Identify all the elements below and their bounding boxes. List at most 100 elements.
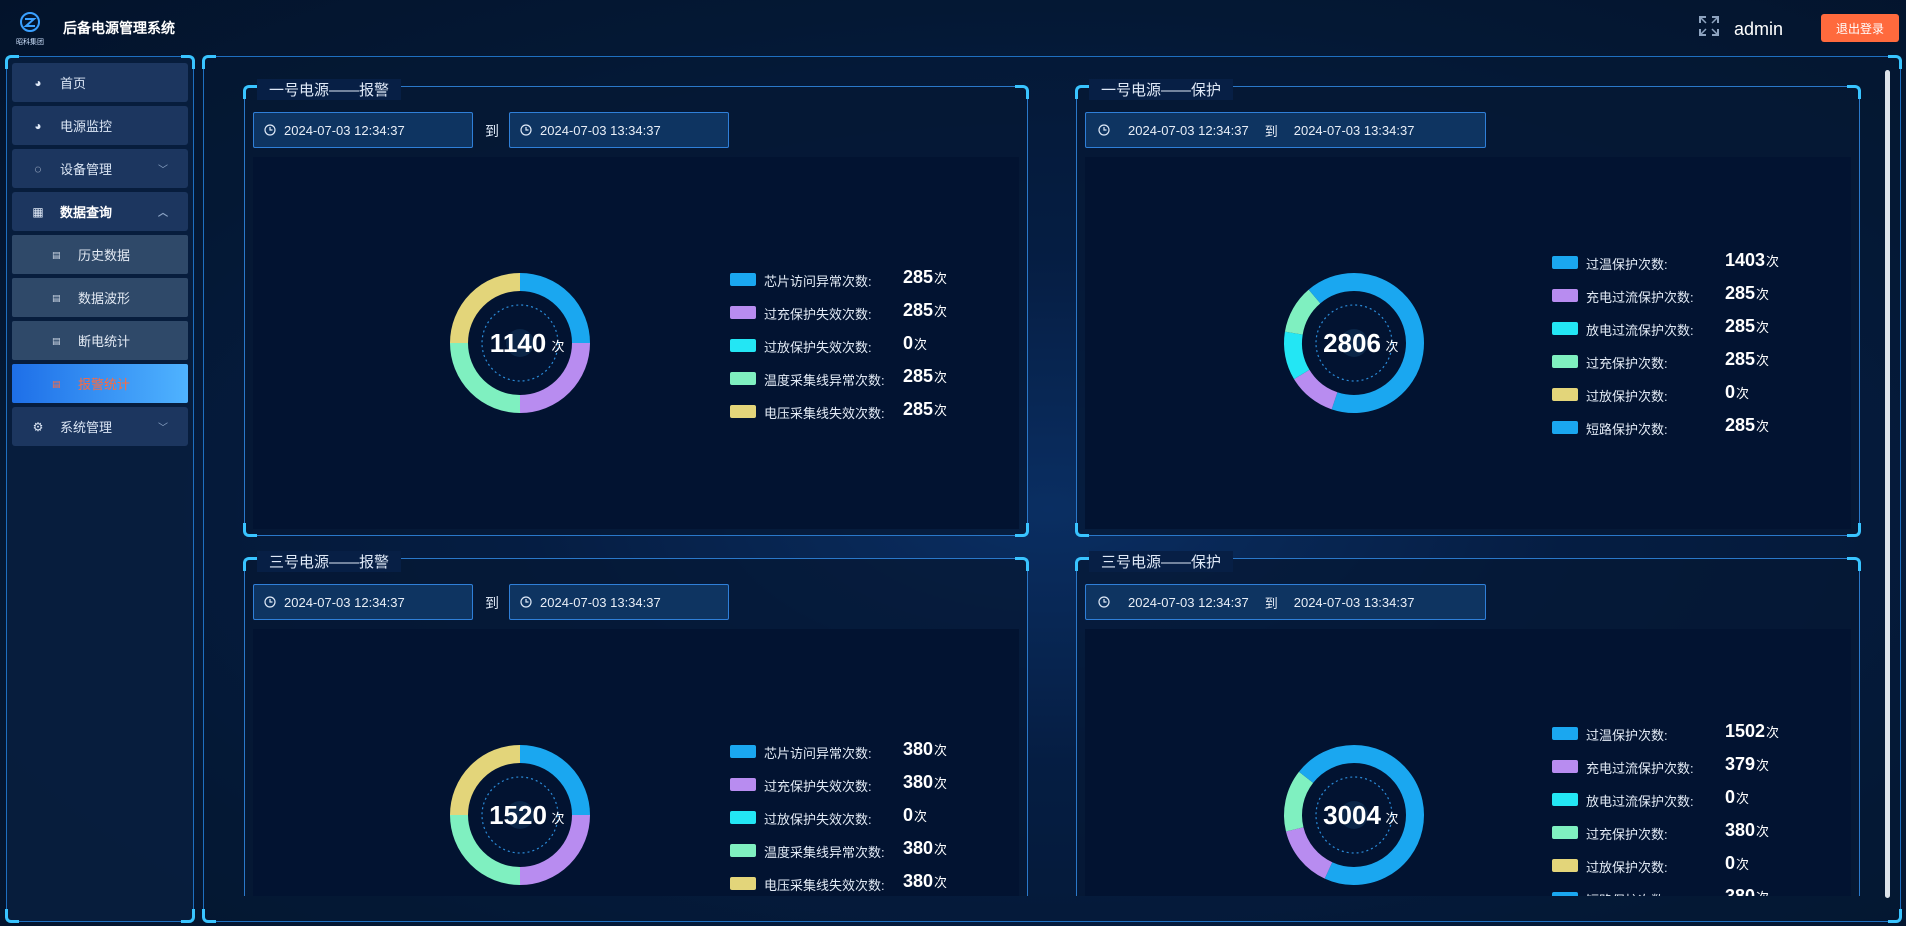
legend-label: 过充保护失效次数: bbox=[764, 779, 872, 794]
legend-value: 285次 bbox=[903, 267, 947, 288]
legend-value-number: 285 bbox=[1725, 415, 1756, 435]
legend-value-unit: 次 bbox=[934, 776, 948, 791]
legend-value-number: 380 bbox=[903, 739, 934, 759]
legend-value-number: 285 bbox=[903, 399, 934, 419]
end-date-picker[interactable]: 2024-07-03 13:34:37 bbox=[509, 112, 729, 148]
start-date-value: 2024-07-03 12:34:37 bbox=[1128, 594, 1249, 610]
clock-icon bbox=[520, 596, 532, 608]
legend-swatch bbox=[1552, 826, 1578, 839]
legend-item: 短路保护次数: 285次 bbox=[1552, 415, 1872, 437]
end-date-value: 2024-07-03 13:34:37 bbox=[1293, 122, 1415, 138]
legend-item: 过放保护失效次数: 0次 bbox=[730, 805, 1050, 827]
end-date-picker[interactable]: 2024-07-03 13:34:37 bbox=[509, 584, 729, 620]
clock-icon bbox=[1098, 596, 1110, 608]
donut-total: 1140 bbox=[490, 328, 546, 358]
legend-value-number: 0 bbox=[1725, 382, 1736, 402]
legend-value-number: 285 bbox=[1725, 316, 1756, 336]
legend-label: 过充保护失效次数: bbox=[764, 307, 872, 322]
legend-value-number: 380 bbox=[903, 871, 934, 891]
legend-swatch bbox=[1552, 388, 1578, 401]
legend-item: 过温保护次数: 1403次 bbox=[1552, 250, 1872, 272]
legend-value-unit: 次 bbox=[934, 403, 948, 418]
legend-swatch bbox=[1552, 760, 1578, 773]
clock-icon bbox=[264, 124, 276, 136]
legend-item: 温度采集线异常次数: 285次 bbox=[730, 366, 1050, 388]
date-range-separator: 到 bbox=[485, 595, 499, 611]
legend-value: 285次 bbox=[1725, 283, 1769, 304]
panels-grid: 一号电源——报警 2024-07-03 12:34:37 到 2024-07-03 1… bbox=[0, 0, 1906, 896]
legend-swatch bbox=[1552, 322, 1578, 335]
legend-value-unit: 次 bbox=[934, 743, 948, 758]
legend-value-number: 1403 bbox=[1725, 250, 1766, 270]
legend-value: 285次 bbox=[903, 300, 947, 321]
legend-swatch bbox=[1552, 355, 1578, 368]
legend-label: 过充保护次数: bbox=[1586, 827, 1668, 842]
donut-slice bbox=[1284, 771, 1314, 832]
date-range-picker[interactable]: 2024-07-03 12:34:37 到 2024-07-03 13:34:37 bbox=[1085, 584, 1486, 620]
legend-label: 芯片访问异常次数: bbox=[764, 746, 872, 761]
legend-value-unit: 次 bbox=[1756, 320, 1770, 335]
legend-value-unit: 次 bbox=[934, 271, 948, 286]
legend-label: 短路保护次数: bbox=[1586, 422, 1668, 437]
legend-value: 379次 bbox=[1725, 754, 1769, 775]
clock-icon bbox=[1098, 124, 1110, 136]
legend-value-number: 380 bbox=[1725, 820, 1756, 840]
end-date-value: 2024-07-03 13:34:37 bbox=[540, 594, 661, 610]
legend-label: 温度采集线异常次数: bbox=[764, 373, 885, 388]
panel-title: 三号电源——保护 bbox=[1089, 551, 1234, 572]
legend-item: 过放保护次数: 0次 bbox=[1552, 382, 1872, 404]
legend-item: 过充保护次数: 285次 bbox=[1552, 349, 1872, 371]
legend-value-unit: 次 bbox=[914, 809, 928, 824]
legend-value-number: 285 bbox=[903, 366, 934, 386]
legend-item: 芯片访问异常次数: 285次 bbox=[730, 267, 1050, 289]
legend-item: 芯片访问异常次数: 380次 bbox=[730, 739, 1050, 761]
legend-value-unit: 次 bbox=[1736, 857, 1750, 872]
legend-value: 0次 bbox=[1725, 382, 1749, 403]
legend-swatch bbox=[1552, 793, 1578, 806]
legend-value-number: 0 bbox=[1725, 787, 1736, 807]
date-range-separator: 到 bbox=[1264, 123, 1278, 139]
legend-value-unit: 次 bbox=[934, 304, 948, 319]
date-range-separator: 到 bbox=[1264, 595, 1278, 611]
legend-item: 电压采集线失效次数: 285次 bbox=[730, 399, 1050, 421]
date-range-picker[interactable]: 2024-07-03 12:34:37 到 2024-07-03 13:34:37 bbox=[1085, 112, 1486, 148]
donut-total-unit: 次 bbox=[551, 811, 564, 827]
legend-swatch bbox=[730, 273, 756, 286]
legend-label: 放电过流保护次数: bbox=[1586, 794, 1694, 809]
legend-swatch bbox=[730, 372, 756, 385]
start-date-picker[interactable]: 2024-07-03 12:34:37 bbox=[253, 584, 473, 620]
donut-slice bbox=[1284, 331, 1310, 380]
legend-value-unit: 次 bbox=[1736, 791, 1750, 806]
legend-swatch bbox=[1552, 289, 1578, 302]
legend-value: 0次 bbox=[903, 805, 927, 826]
legend-item: 过放保护次数: 0次 bbox=[1552, 853, 1872, 875]
legend-swatch bbox=[730, 405, 756, 418]
legend-value-unit: 次 bbox=[1756, 758, 1770, 773]
legend-swatch bbox=[1552, 421, 1578, 434]
legend-value-number: 380 bbox=[903, 772, 934, 792]
legend-label: 过放保护失效次数: bbox=[764, 812, 872, 827]
legend-swatch bbox=[1552, 859, 1578, 872]
legend-value-number: 0 bbox=[1725, 853, 1736, 873]
legend-label: 过充保护次数: bbox=[1586, 356, 1668, 371]
legend-item: 放电过流保护次数: 0次 bbox=[1552, 787, 1872, 809]
legend-item: 过充保护失效次数: 380次 bbox=[730, 772, 1050, 794]
legend-swatch bbox=[730, 811, 756, 824]
donut-total: 2806 bbox=[1323, 328, 1381, 358]
donut-total-unit: 次 bbox=[1385, 339, 1398, 355]
legend-value: 380次 bbox=[1725, 820, 1769, 841]
legend-value-unit: 次 bbox=[934, 842, 948, 857]
clock-icon bbox=[264, 596, 276, 608]
legend-swatch bbox=[1552, 727, 1578, 740]
legend-value-unit: 次 bbox=[1756, 419, 1770, 434]
legend-value-unit: 次 bbox=[934, 370, 948, 385]
legend-swatch bbox=[730, 745, 756, 758]
legend-item: 充电过流保护次数: 379次 bbox=[1552, 754, 1872, 776]
start-date-picker[interactable]: 2024-07-03 12:34:37 bbox=[253, 112, 473, 148]
date-range-separator: 到 bbox=[485, 123, 499, 139]
legend-value-number: 0 bbox=[903, 805, 914, 825]
legend-label: 电压采集线失效次数: bbox=[764, 878, 885, 893]
donut-total-unit: 次 bbox=[1385, 811, 1398, 827]
donut-slice bbox=[1298, 745, 1355, 784]
legend-label: 温度采集线异常次数: bbox=[764, 845, 885, 860]
